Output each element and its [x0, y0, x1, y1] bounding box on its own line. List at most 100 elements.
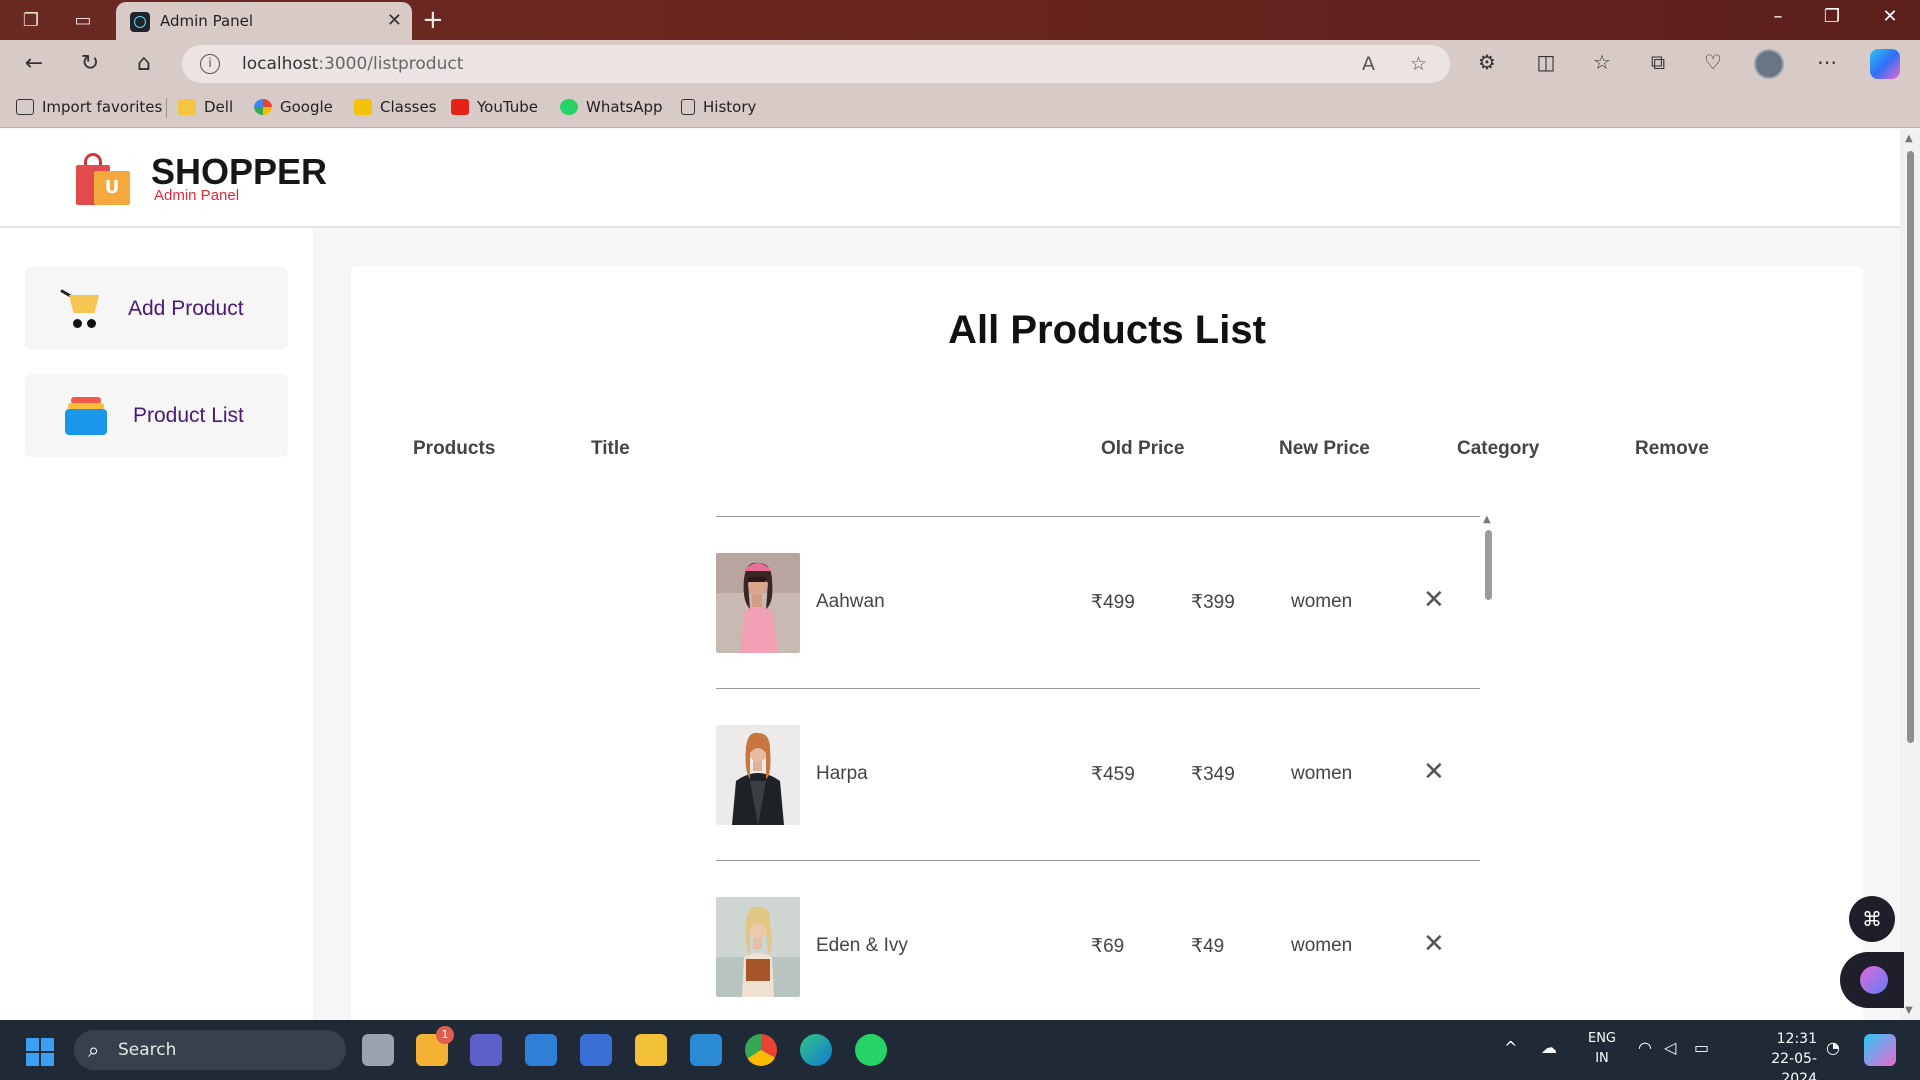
bookmark-google[interactable]: Google: [254, 98, 333, 116]
notifications-bell-icon[interactable]: ◔: [1826, 1038, 1840, 1057]
scroll-up-icon[interactable]: ▲: [1483, 514, 1491, 525]
table-row: Eden & Ivy ₹69 ₹49 women ✕: [716, 860, 1480, 1020]
collections-icon[interactable]: ⧉: [1643, 50, 1673, 74]
notification-badge: 1: [436, 1026, 454, 1044]
remove-product-icon[interactable]: ✕: [1423, 759, 1445, 785]
site-info-icon[interactable]: i: [200, 54, 220, 74]
tab-admin-panel[interactable]: Admin Panel ✕: [116, 2, 412, 40]
ai-assistant-icon[interactable]: [1840, 952, 1904, 1008]
battery-icon[interactable]: ▭: [1694, 1038, 1709, 1057]
more-menu-icon[interactable]: ⋯: [1812, 50, 1842, 74]
product-thumbnail: [716, 553, 800, 653]
browser-toolbar: ← ↻ ⌂ i localhost:3000/listproduct A ☆ ⚙…: [0, 40, 1920, 88]
table-row: Aahwan ₹499 ₹399 women ✕: [716, 516, 1480, 688]
remove-product-icon[interactable]: ✕: [1423, 931, 1445, 957]
bookmark-youtube[interactable]: YouTube: [451, 98, 538, 116]
scroll-down-icon[interactable]: ▼: [1905, 1005, 1913, 1016]
file-explorer-icon[interactable]: [635, 1034, 667, 1066]
new-tab-icon[interactable]: +: [422, 5, 444, 35]
favorite-star-icon[interactable]: ☆: [1410, 53, 1427, 75]
page-icon: [681, 99, 695, 115]
back-icon[interactable]: ←: [18, 50, 50, 78]
product-list-icon: [65, 397, 107, 435]
product-old-price: ₹499: [1091, 592, 1135, 613]
browser-titlebar: ❐ ▭ Admin Panel ✕ + – ❐ ✕: [0, 0, 1920, 40]
clock[interactable]: 12:31 22-05-2024: [1737, 1029, 1817, 1080]
bookmark-dell[interactable]: Dell: [178, 98, 233, 116]
product-new-price: ₹49: [1191, 936, 1225, 957]
react-icon: [130, 12, 150, 32]
profile-avatar[interactable]: [1754, 49, 1784, 79]
chrome-icon[interactable]: [745, 1034, 777, 1066]
youtube-icon: [451, 99, 469, 115]
product-list-scroll-area[interactable]: Aahwan ₹499 ₹399 women ✕ Harpa ₹459 ₹349…: [716, 516, 1480, 1020]
address-bar[interactable]: i localhost:3000/listproduct A ☆: [182, 45, 1450, 83]
show-hidden-icons[interactable]: ^: [1504, 1038, 1517, 1057]
edge-icon[interactable]: [800, 1034, 832, 1066]
product-category: women: [1291, 935, 1353, 956]
remove-product-icon[interactable]: ✕: [1423, 587, 1445, 613]
table-row: Harpa ₹459 ₹349 women ✕: [716, 688, 1480, 860]
mail-icon[interactable]: [525, 1034, 557, 1066]
split-screen-icon[interactable]: ◫: [1531, 50, 1561, 74]
product-new-price: ₹399: [1191, 592, 1235, 613]
tab-actions-icon[interactable]: ▭: [70, 8, 96, 34]
sidebar-item-add-product[interactable]: Add Product: [25, 267, 288, 350]
restore-icon[interactable]: ❐: [1812, 6, 1852, 27]
column-header-products: Products: [413, 438, 496, 459]
store-icon[interactable]: [580, 1034, 612, 1066]
google-icon: [254, 99, 272, 115]
browser-essentials-icon[interactable]: ♡: [1698, 50, 1728, 74]
product-list-panel: All Products List Products Title Old Pri…: [351, 266, 1863, 1020]
product-title: Harpa: [816, 763, 868, 784]
wifi-icon[interactable]: ◠: [1638, 1038, 1652, 1057]
column-header-new-price: New Price: [1279, 438, 1370, 459]
favorites-icon[interactable]: ☆: [1587, 50, 1617, 74]
close-window-icon[interactable]: ✕: [1870, 6, 1910, 27]
bookmark-import-favorites[interactable]: Import favorites: [16, 98, 162, 116]
page-title: All Products List: [948, 308, 1266, 352]
scrollbar-thumb[interactable]: [1907, 151, 1914, 743]
translate-icon[interactable]: ⌘: [1849, 896, 1895, 942]
refresh-icon[interactable]: ↻: [74, 50, 106, 78]
bookmark-history[interactable]: History: [681, 98, 756, 116]
sidebar-item-label: Add Product: [128, 297, 244, 320]
product-category: women: [1291, 763, 1353, 784]
vscode-icon[interactable]: [690, 1034, 722, 1066]
workspaces-icon[interactable]: ❐: [18, 8, 44, 34]
onedrive-icon[interactable]: ☁: [1541, 1038, 1557, 1057]
volume-icon[interactable]: ◁: [1664, 1038, 1676, 1057]
whatsapp-icon[interactable]: [855, 1034, 887, 1066]
url-text[interactable]: localhost:3000/listproduct: [242, 54, 463, 74]
windows-start-icon[interactable]: [26, 1038, 54, 1066]
product-list-scrollbar[interactable]: ▲: [1482, 514, 1494, 1020]
sidebar-item-label: Product List: [133, 404, 244, 427]
sidebar-item-product-list[interactable]: Product List: [25, 374, 288, 457]
scrollbar-thumb[interactable]: [1485, 530, 1492, 600]
home-icon[interactable]: ⌂: [128, 50, 160, 78]
page-viewport: U SHOPPER Admin Panel Add Product Produc…: [0, 129, 1900, 1020]
page-scrollbar[interactable]: ▲ ▼: [1900, 129, 1920, 1020]
task-view-icon[interactable]: [362, 1034, 394, 1066]
bookmarks-divider: [166, 98, 167, 118]
extensions-icon[interactable]: ⚙: [1472, 50, 1502, 74]
scroll-up-icon[interactable]: ▲: [1905, 133, 1913, 144]
tab-close-icon[interactable]: ✕: [387, 10, 402, 31]
minimize-icon[interactable]: –: [1758, 6, 1798, 27]
product-category: women: [1291, 591, 1353, 612]
whatsapp-icon: [560, 99, 578, 115]
widgets-icon[interactable]: 1: [416, 1026, 454, 1066]
copilot-taskbar-icon[interactable]: [1864, 1034, 1896, 1066]
teams-icon[interactable]: [470, 1034, 502, 1066]
brand-subtitle: Admin Panel: [154, 187, 240, 204]
copilot-icon[interactable]: [1870, 49, 1900, 79]
sidebar: Add Product Product List: [0, 228, 313, 1020]
read-aloud-icon[interactable]: A: [1362, 53, 1375, 75]
product-list[interactable]: Aahwan ₹499 ₹399 women ✕ Harpa ₹459 ₹349…: [716, 514, 1492, 1020]
bookmark-classes[interactable]: Classes: [354, 98, 437, 116]
bookmark-whatsapp[interactable]: WhatsApp: [560, 98, 663, 116]
classroom-icon: [354, 99, 372, 115]
bookmarks-bar: Import favorites Dell Google Classes You…: [0, 88, 1920, 128]
language-indicator[interactable]: ENG IN: [1584, 1029, 1620, 1069]
taskbar-search[interactable]: ⌕ Search: [74, 1030, 346, 1070]
